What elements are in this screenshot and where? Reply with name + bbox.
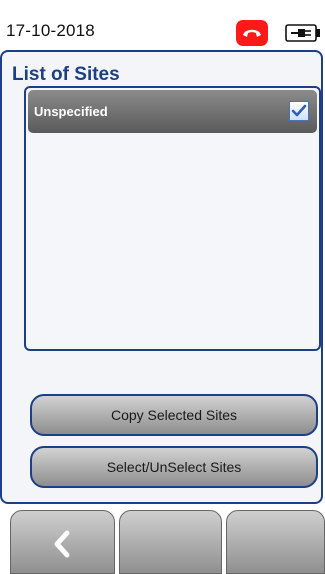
copy-selected-sites-button[interactable]: Copy Selected Sites bbox=[30, 394, 318, 436]
page-title: List of Sites bbox=[12, 64, 120, 85]
chevron-left-icon bbox=[54, 530, 70, 558]
phone-hangup-icon[interactable] bbox=[236, 20, 268, 46]
soft-key-right[interactable] bbox=[226, 510, 325, 574]
soft-key-bar bbox=[0, 504, 325, 574]
list-item-label: Unspecified bbox=[34, 104, 108, 119]
status-date: 17-10-2018 bbox=[6, 21, 95, 40]
site-checkbox[interactable] bbox=[289, 101, 309, 121]
sites-list[interactable]: Unspecified bbox=[24, 86, 321, 351]
status-bar: 17-10-2018 bbox=[0, 0, 325, 46]
list-item[interactable]: Unspecified bbox=[28, 90, 317, 133]
back-button[interactable] bbox=[10, 510, 115, 574]
checkmark-icon bbox=[291, 104, 307, 117]
soft-key-middle[interactable] bbox=[119, 510, 222, 574]
select-unselect-sites-button[interactable]: Select/UnSelect Sites bbox=[30, 446, 318, 488]
battery-plug-icon bbox=[285, 24, 320, 42]
